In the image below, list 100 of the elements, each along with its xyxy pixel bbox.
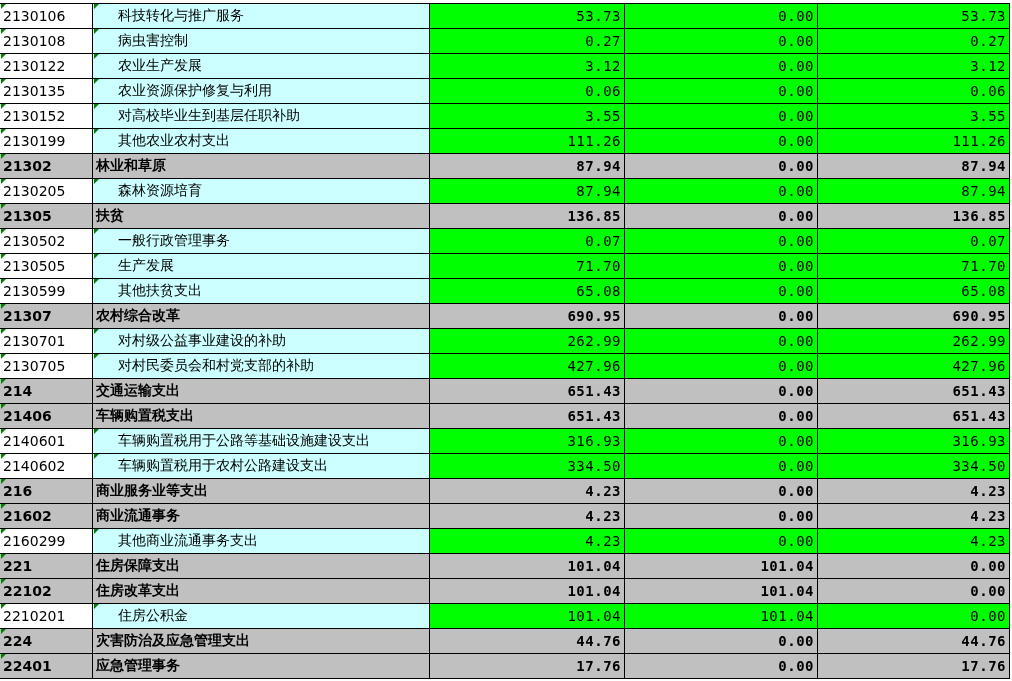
- amount-cell: 651.43: [818, 404, 1010, 429]
- error-indicator-icon: [94, 4, 99, 9]
- amount-cell: 0.00: [818, 579, 1010, 604]
- amount-cell: 0.00: [625, 504, 818, 529]
- amount-cell: 0.00: [625, 4, 818, 29]
- amount-cell: 0.00: [625, 629, 818, 654]
- name-cell: 生产发展: [93, 254, 430, 279]
- name-cell: 农村综合改革: [93, 304, 430, 329]
- amount-cell: 690.95: [818, 304, 1010, 329]
- amount-cell: 0.00: [625, 129, 818, 154]
- name-cell: 对村级公益事业建设的补助: [93, 329, 430, 354]
- amount-cell: 17.76: [818, 654, 1010, 679]
- amount-cell: 87.94: [430, 179, 625, 204]
- amount-cell: 4.23: [818, 529, 1010, 554]
- amount-cell: 0.00: [625, 254, 818, 279]
- code-cell: 22401: [0, 654, 93, 679]
- amount-cell: 0.00: [625, 454, 818, 479]
- code-cell: 224: [0, 629, 93, 654]
- amount-cell: 0.00: [625, 654, 818, 679]
- name-cell: 车辆购置税用于公路等基础设施建设支出: [93, 429, 430, 454]
- amount-cell: 3.55: [430, 104, 625, 129]
- amount-cell: 316.93: [430, 429, 625, 454]
- name-cell: 农业生产发展: [93, 54, 430, 79]
- amount-cell: 651.43: [430, 379, 625, 404]
- amount-cell: 3.55: [818, 104, 1010, 129]
- amount-cell: 0.00: [625, 329, 818, 354]
- amount-cell: 262.99: [430, 329, 625, 354]
- name-cell: 住房公积金: [93, 604, 430, 629]
- amount-cell: 71.70: [818, 254, 1010, 279]
- amount-cell: 0.00: [625, 354, 818, 379]
- amount-cell: 101.04: [430, 579, 625, 604]
- amount-cell: 0.00: [625, 404, 818, 429]
- amount-cell: 87.94: [818, 179, 1010, 204]
- name-cell: 其他商业流通事务支出: [93, 529, 430, 554]
- code-cell: 2140602: [0, 454, 93, 479]
- amount-cell: 101.04: [625, 554, 818, 579]
- amount-cell: 87.94: [430, 154, 625, 179]
- code-cell: 2130705: [0, 354, 93, 379]
- name-cell: 一般行政管理事务: [93, 229, 430, 254]
- name-cell: 其他农业农村支出: [93, 129, 430, 154]
- amount-cell: 53.73: [818, 4, 1010, 29]
- amount-cell: 4.23: [430, 529, 625, 554]
- amount-cell: 316.93: [818, 429, 1010, 454]
- amount-cell: 0.06: [430, 79, 625, 104]
- amount-cell: 0.00: [625, 104, 818, 129]
- name-cell: 车辆购置税支出: [93, 404, 430, 429]
- amount-cell: 44.76: [818, 629, 1010, 654]
- name-cell: 扶贫: [93, 204, 430, 229]
- error-indicator-icon: [1, 4, 6, 9]
- name-cell: 交通运输支出: [93, 379, 430, 404]
- code-cell: 2130505: [0, 254, 93, 279]
- name-cell: 对高校毕业生到基层任职补助: [93, 104, 430, 129]
- amount-cell: 71.70: [430, 254, 625, 279]
- name-cell: 住房保障支出: [93, 554, 430, 579]
- code-cell: 2130205: [0, 179, 93, 204]
- amount-cell: 0.00: [625, 154, 818, 179]
- code-cell: 21307: [0, 304, 93, 329]
- amount-cell: 101.04: [625, 579, 818, 604]
- amount-cell: 0.00: [625, 379, 818, 404]
- amount-cell: 0.00: [625, 279, 818, 304]
- amount-cell: 0.06: [818, 79, 1010, 104]
- amount-cell: 65.08: [430, 279, 625, 304]
- amount-cell: 101.04: [430, 604, 625, 629]
- code-cell: 2130122: [0, 54, 93, 79]
- code-cell: 2130108: [0, 29, 93, 54]
- amount-cell: 0.00: [625, 479, 818, 504]
- name-cell: 商业流通事务: [93, 504, 430, 529]
- amount-cell: 0.00: [625, 179, 818, 204]
- amount-cell: 334.50: [430, 454, 625, 479]
- name-cell: 车辆购置税用于农村公路建设支出: [93, 454, 430, 479]
- amount-cell: 0.07: [818, 229, 1010, 254]
- amount-cell: 0.00: [625, 29, 818, 54]
- amount-cell: 427.96: [430, 354, 625, 379]
- code-cell: 2130199: [0, 129, 93, 154]
- code-cell: 2160299: [0, 529, 93, 554]
- code-cell: 214: [0, 379, 93, 404]
- amount-cell: 111.26: [430, 129, 625, 154]
- amount-cell: 87.94: [818, 154, 1010, 179]
- code-cell: 22102: [0, 579, 93, 604]
- code-cell: 2130152: [0, 104, 93, 129]
- amount-cell: 0.00: [625, 529, 818, 554]
- code-cell: 2140601: [0, 429, 93, 454]
- name-cell: 对村民委员会和村党支部的补助: [93, 354, 430, 379]
- name-cell: 应急管理事务: [93, 654, 430, 679]
- amount-cell: 651.43: [818, 379, 1010, 404]
- amount-cell: 0.00: [625, 429, 818, 454]
- code-cell: 2130135: [0, 79, 93, 104]
- code-cell: 2130106: [0, 4, 93, 29]
- amount-cell: 0.27: [430, 29, 625, 54]
- amount-cell: 4.23: [818, 479, 1010, 504]
- code-cell: 221: [0, 554, 93, 579]
- amount-cell: 136.85: [818, 204, 1010, 229]
- code-cell: 2130599: [0, 279, 93, 304]
- code-cell: 2130701: [0, 329, 93, 354]
- code-cell: 21302: [0, 154, 93, 179]
- name-cell: 其他扶贫支出: [93, 279, 430, 304]
- amount-cell: 0.00: [625, 304, 818, 329]
- amount-cell: 111.26: [818, 129, 1010, 154]
- amount-cell: 334.50: [818, 454, 1010, 479]
- name-cell: 科技转化与推广服务: [93, 4, 430, 29]
